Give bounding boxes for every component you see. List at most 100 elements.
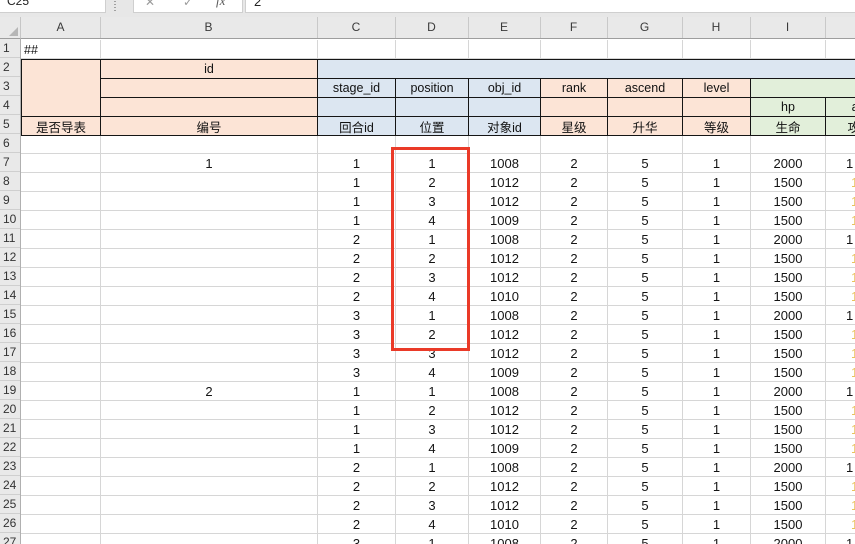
cell-E18[interactable]: 1009 xyxy=(468,363,541,382)
cell-J27[interactable]: 1 xyxy=(825,534,855,544)
row-header-12[interactable]: 12 xyxy=(0,248,20,267)
cell-E12[interactable]: 1012 xyxy=(468,249,541,268)
cell-H9[interactable]: 1 xyxy=(682,192,751,211)
column-header-A[interactable]: A xyxy=(21,17,101,38)
cell-I16[interactable]: 1500 xyxy=(750,325,826,344)
cell-D26[interactable]: 4 xyxy=(395,515,469,534)
formula-bar[interactable]: 2 xyxy=(245,0,855,13)
cell-F26[interactable]: 2 xyxy=(540,515,608,534)
cell-I7[interactable]: 2000 xyxy=(750,154,826,173)
cell-C12[interactable]: 2 xyxy=(317,249,396,268)
cell-C23[interactable]: 2 xyxy=(317,458,396,477)
cell-E17[interactable]: 1012 xyxy=(468,344,541,363)
cell-H11[interactable]: 1 xyxy=(682,230,751,249)
cell-D25[interactable]: 3 xyxy=(395,496,469,515)
cell-F14[interactable]: 2 xyxy=(540,287,608,306)
cell-H21[interactable]: 1 xyxy=(682,420,751,439)
cell-H4[interactable] xyxy=(682,97,751,117)
cell-B3[interactable] xyxy=(100,78,318,98)
row-header-14[interactable]: 14 xyxy=(0,286,20,305)
cell-H23[interactable]: 1 xyxy=(682,458,751,477)
cell-F3-rank[interactable]: rank xyxy=(540,78,608,98)
cell-E11[interactable]: 1008 xyxy=(468,230,541,249)
cell-E24[interactable]: 1012 xyxy=(468,477,541,496)
cell-H22[interactable]: 1 xyxy=(682,439,751,458)
row-header-18[interactable]: 18 xyxy=(0,362,20,381)
cell-C13[interactable]: 2 xyxy=(317,268,396,287)
cell-H20[interactable]: 1 xyxy=(682,401,751,420)
cell-H5-level-cn[interactable]: 等级 xyxy=(682,116,751,136)
cell-C22[interactable]: 1 xyxy=(317,439,396,458)
cell-J11[interactable]: 1 xyxy=(825,230,855,249)
cell-J26[interactable]: 1 xyxy=(825,515,855,534)
cell-J22[interactable]: 1 xyxy=(825,439,855,458)
cell-E5-object-id-cn[interactable]: 对象id xyxy=(468,116,541,136)
cell-F19[interactable]: 2 xyxy=(540,382,608,401)
cell-D22[interactable]: 4 xyxy=(395,439,469,458)
cell-F20[interactable]: 2 xyxy=(540,401,608,420)
cell-G24[interactable]: 5 xyxy=(607,477,683,496)
cell-G11[interactable]: 5 xyxy=(607,230,683,249)
row2-band[interactable] xyxy=(317,59,855,79)
column-header-F[interactable]: F xyxy=(540,17,608,38)
cell-H18[interactable]: 1 xyxy=(682,363,751,382)
cell-C25[interactable]: 2 xyxy=(317,496,396,515)
cell-I24[interactable]: 1500 xyxy=(750,477,826,496)
cell-E26[interactable]: 1010 xyxy=(468,515,541,534)
cell-G13[interactable]: 5 xyxy=(607,268,683,287)
row-header-27[interactable]: 27 xyxy=(0,533,20,544)
cell-H26[interactable]: 1 xyxy=(682,515,751,534)
row-header-8[interactable]: 8 xyxy=(0,172,20,191)
cell-G20[interactable]: 5 xyxy=(607,401,683,420)
cell-J9[interactable]: 1 xyxy=(825,192,855,211)
cell-H24[interactable]: 1 xyxy=(682,477,751,496)
cell-E23[interactable]: 1008 xyxy=(468,458,541,477)
cell-I19[interactable]: 2000 xyxy=(750,382,826,401)
column-header-E[interactable]: E xyxy=(468,17,541,38)
cell-I4-hp[interactable]: hp xyxy=(750,97,826,117)
cell-H10[interactable]: 1 xyxy=(682,211,751,230)
cell-H14[interactable]: 1 xyxy=(682,287,751,306)
cell-C20[interactable]: 1 xyxy=(317,401,396,420)
cancel-icon[interactable]: ✕ xyxy=(145,0,155,9)
cell-J14[interactable]: 1 xyxy=(825,287,855,306)
row-header-9[interactable]: 9 xyxy=(0,191,20,210)
row-header-10[interactable]: 10 xyxy=(0,210,20,229)
cell-C21[interactable]: 1 xyxy=(317,420,396,439)
cell-I8[interactable]: 1500 xyxy=(750,173,826,192)
cell-F23[interactable]: 2 xyxy=(540,458,608,477)
cell-G25[interactable]: 5 xyxy=(607,496,683,515)
row-header-4[interactable]: 4 xyxy=(0,96,20,115)
cell-I9[interactable]: 1500 xyxy=(750,192,826,211)
row-header-5[interactable]: 5 xyxy=(0,115,20,134)
cell-I10[interactable]: 1500 xyxy=(750,211,826,230)
row-header-24[interactable]: 24 xyxy=(0,476,20,495)
column-header-C[interactable]: C xyxy=(317,17,396,38)
cell-G3-ascend[interactable]: ascend xyxy=(607,78,683,98)
cell-J17[interactable]: 1 xyxy=(825,344,855,363)
row-header-3[interactable]: 3 xyxy=(0,77,20,96)
enter-icon[interactable]: ✓ xyxy=(183,0,193,9)
cell-C14[interactable]: 2 xyxy=(317,287,396,306)
cell-G15[interactable]: 5 xyxy=(607,306,683,325)
cell-I23[interactable]: 2000 xyxy=(750,458,826,477)
cell-H15[interactable]: 1 xyxy=(682,306,751,325)
cell-I13[interactable]: 1500 xyxy=(750,268,826,287)
cell-G18[interactable]: 5 xyxy=(607,363,683,382)
cell-I14[interactable]: 1500 xyxy=(750,287,826,306)
cell-F15[interactable]: 2 xyxy=(540,306,608,325)
cell-J18[interactable]: 1 xyxy=(825,363,855,382)
cell-F8[interactable]: 2 xyxy=(540,173,608,192)
cell-G14[interactable]: 5 xyxy=(607,287,683,306)
column-header-H[interactable]: H xyxy=(682,17,751,38)
cell-C3-stage-id[interactable]: stage_id xyxy=(317,78,396,98)
row-header-21[interactable]: 21 xyxy=(0,419,20,438)
cell-E22[interactable]: 1009 xyxy=(468,439,541,458)
cell-J23[interactable]: 1 xyxy=(825,458,855,477)
cell-D19[interactable]: 1 xyxy=(395,382,469,401)
cell-C9[interactable]: 1 xyxy=(317,192,396,211)
row-header-23[interactable]: 23 xyxy=(0,457,20,476)
cell-H17[interactable]: 1 xyxy=(682,344,751,363)
cell-G21[interactable]: 5 xyxy=(607,420,683,439)
namebox-divider[interactable] xyxy=(114,1,116,11)
